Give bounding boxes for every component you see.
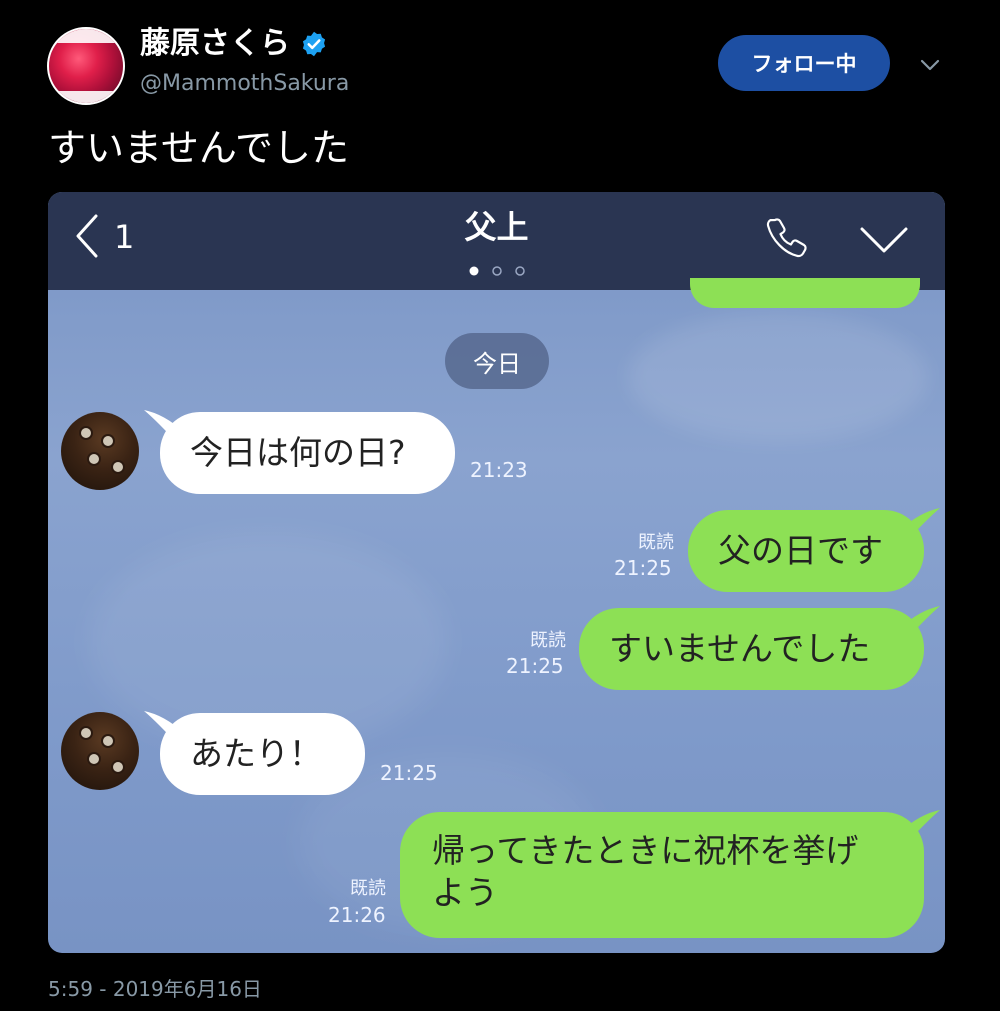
contact-avatar[interactable] (61, 712, 139, 790)
chat-bubble-outgoing-partial (690, 278, 920, 308)
chat-bubble-outgoing: 父の日です (688, 510, 924, 592)
tweet-timestamp[interactable]: 5:59 - 2019年6月16日 (48, 976, 262, 1002)
chevron-down-icon[interactable] (916, 50, 944, 78)
chevron-down-icon (860, 227, 908, 253)
read-receipt: 既読 (350, 878, 386, 899)
read-receipt: 既読 (530, 630, 566, 651)
tweet-text: すいませんでした (48, 126, 349, 170)
user-handle[interactable]: @MammothSakura (140, 70, 349, 98)
message-text-line: 帰ってきたときに祝杯を挙げ (432, 831, 859, 870)
background-cloud (628, 312, 928, 442)
message-time: 21:25 (614, 556, 672, 580)
message-time: 21:25 (380, 761, 438, 785)
message-time: 21:23 (470, 458, 528, 482)
contact-avatar[interactable] (61, 412, 139, 490)
verified-badge-icon (302, 31, 326, 57)
message-text-line: よう (432, 873, 498, 912)
chat-bubble-outgoing: すいませんでした (579, 608, 924, 690)
chat-bubble-outgoing: 帰ってきたときに祝杯を挙げ よう (400, 812, 924, 938)
attached-chat-screenshot[interactable]: 1 父上 今日 今日は何の日? 21:23 父の日です 既読 21:25 すいま… (48, 192, 945, 953)
message-time: 21:26 (328, 903, 386, 927)
display-name[interactable]: 藤原さくら (140, 26, 290, 62)
chat-bubble-incoming: あたり！ (160, 713, 365, 795)
date-separator: 今日 (445, 333, 549, 389)
profile-avatar[interactable] (47, 27, 125, 105)
read-receipt: 既読 (638, 532, 674, 553)
page-indicator-dots (469, 266, 525, 276)
message-time: 21:25 (506, 654, 564, 678)
following-button[interactable]: フォロー中 (718, 35, 890, 91)
chat-bubble-incoming: 今日は何の日? (160, 412, 455, 494)
phone-icon (766, 218, 807, 258)
